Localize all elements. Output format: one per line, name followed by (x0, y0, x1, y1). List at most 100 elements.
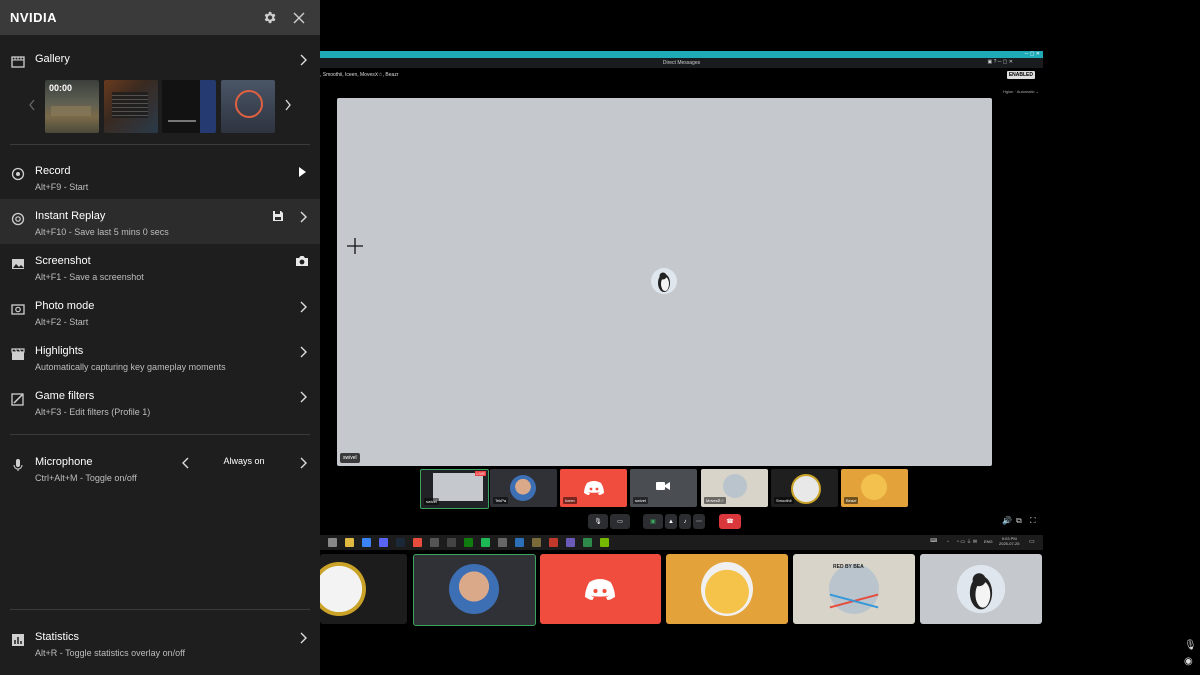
participant-tile[interactable]: Beazr (841, 469, 908, 507)
chrome-icon[interactable] (413, 538, 422, 547)
app-icon[interactable] (566, 538, 575, 547)
corner-mic-icon[interactable]: 🎙 (1184, 640, 1197, 651)
file-explorer-icon[interactable] (345, 538, 354, 547)
highlights-row[interactable]: Highlights Automatically capturing key g… (0, 345, 320, 375)
soundboard-button[interactable]: ♪ (679, 514, 691, 529)
mic-icon: 🎙 (594, 519, 602, 525)
participant-tile[interactable]: LIVE swivel (420, 469, 489, 509)
steam-icon[interactable] (396, 538, 405, 547)
bottom-participant-tile[interactable]: RED BY BEA (793, 554, 915, 624)
spotify-icon[interactable] (481, 538, 490, 547)
taskbar-clock[interactable]: 9:03 PM 2025-07-25 (999, 536, 1019, 546)
screen-share-button[interactable]: ▣ (643, 514, 663, 529)
taskview-icon[interactable] (328, 538, 337, 547)
window-controls[interactable]: ─ ▢ ✕ (1025, 51, 1040, 57)
more-options-button[interactable]: ⋯ (693, 514, 705, 529)
participant-name: swivel (424, 498, 439, 505)
play-icon[interactable] (297, 166, 307, 178)
discord-top-bar: Direct Messages ▣ ? ─ ▢ ✕ (320, 58, 1043, 68)
app-icon[interactable] (498, 538, 507, 547)
statistics-row[interactable]: Statistics Alt+R - Toggle statistics ove… (0, 631, 320, 661)
tray-icons[interactable]: ◔ ▭ ⏚ ✉ (956, 538, 977, 545)
camera-button[interactable]: ▭ (610, 514, 630, 529)
close-icon[interactable] (288, 7, 310, 29)
screenshot-shortcut: Alt+F1 - Save a screenshot (35, 272, 144, 282)
chevron-right-icon (300, 391, 307, 403)
volume-icon[interactable]: 🔊 (1002, 516, 1012, 525)
penguin-avatar (651, 268, 677, 294)
app-icon[interactable] (447, 538, 456, 547)
statistics-shortcut: Alt+R - Toggle statistics overlay on/off (35, 648, 185, 658)
xbox-icon[interactable] (464, 538, 473, 547)
stage-options[interactable]: Hgion · Automatic ⌄ (1003, 89, 1039, 94)
instant-replay-shortcut: Alt+F10 - Save last 5 mins 0 secs (35, 227, 169, 237)
instant-replay-row[interactable]: Instant Replay Alt+F10 - Save last 5 min… (0, 199, 320, 244)
bottom-participant-tile[interactable] (920, 554, 1042, 624)
mic-mode-prev-icon[interactable] (181, 457, 191, 469)
disconnect-button[interactable]: ☎ (719, 514, 741, 529)
app-icon[interactable] (532, 538, 541, 547)
microphone-row: Microphone Ctrl+Alt+M - Toggle on/off Al… (0, 456, 320, 486)
mic-mode-next-icon[interactable] (298, 457, 308, 469)
discord-logo-icon (585, 579, 615, 600)
more-icon: ⋯ (696, 519, 702, 525)
tray-chevron-up-icon[interactable]: ^ (947, 539, 949, 544)
live-badge: LIVE (475, 471, 486, 476)
gallery-film-icon (11, 56, 25, 68)
participant-tile[interactable]: TekPa (490, 469, 557, 507)
app-icon[interactable] (515, 538, 524, 547)
photo-mode-row[interactable]: Photo mode Alt+F2 - Start (0, 300, 320, 330)
save-icon[interactable] (272, 210, 284, 222)
gallery-thumbnail[interactable] (221, 80, 275, 133)
nvidia-app-icon[interactable] (600, 538, 609, 547)
tile-caption-text: RED BY BEA (833, 564, 864, 570)
settings-gear-icon[interactable] (258, 7, 280, 29)
participant-tile[interactable]: Smoothii (771, 469, 838, 507)
app-icon[interactable] (583, 538, 592, 547)
gallery-next-icon[interactable] (284, 99, 292, 111)
gallery-prev-icon[interactable] (28, 99, 36, 111)
gallery-thumbnail[interactable] (104, 80, 158, 133)
windows-taskbar: ⌨ ^ ◔ ▭ ⏚ ✉ ENG 9:03 PM 2025-07-25 ▭ (320, 535, 1043, 550)
participant-tile[interactable]: MovesⅩ☆ (701, 469, 768, 507)
clock-date: 2025-07-25 (999, 541, 1020, 546)
participant-name: Smoothii (774, 497, 794, 504)
game-filters-row[interactable]: Game filters Alt+F3 - Edit filters (Prof… (0, 390, 320, 420)
overlay-title: NVIDIA (10, 10, 58, 25)
tray-keyboard-icon[interactable]: ⌨ (930, 538, 937, 544)
bottom-participant-tile[interactable] (540, 554, 661, 624)
activity-button[interactable]: ▲ (665, 514, 677, 529)
divider (10, 434, 310, 435)
discord-logo-icon (584, 481, 604, 495)
window-title-bar: ─ ▢ ✕ (320, 51, 1043, 58)
app-icon[interactable] (430, 538, 439, 547)
bottom-participant-tile[interactable] (413, 554, 536, 626)
screen-share-stage[interactable]: swivel (337, 98, 992, 466)
record-row[interactable]: Record Alt+F9 - Start (0, 165, 320, 195)
notification-icon[interactable]: ▭ (1029, 538, 1035, 545)
app-icon[interactable] (549, 538, 558, 547)
bottom-participant-tile[interactable] (320, 554, 407, 624)
screenshot-row[interactable]: Screenshot Alt+F1 - Save a screenshot (0, 255, 320, 285)
camera-off-icon (656, 482, 670, 490)
call-header: , Smoothii, Iceen, MovesⅩ☆, Beazr ENABLE… (320, 68, 1043, 82)
participant-name: TekPa (493, 497, 509, 504)
participant-tile[interactable]: Iceen (560, 469, 627, 507)
gallery-row[interactable]: Gallery (0, 53, 320, 69)
record-icon (11, 167, 25, 181)
discord-taskbar-icon[interactable] (379, 538, 388, 547)
popout-icon[interactable]: ⧉ (1016, 516, 1022, 526)
chevron-right-icon (300, 211, 307, 223)
edge-icon[interactable] (362, 538, 371, 547)
fullscreen-icon[interactable]: ⛶ (1030, 516, 1036, 526)
language-indicator[interactable]: ENG (984, 539, 993, 544)
discord-toolbar-icons[interactable]: ▣ ? ─ ▢ ✕ (987, 59, 1013, 65)
chevron-right-icon (300, 54, 307, 66)
bottom-participant-tile[interactable] (666, 554, 788, 624)
gallery-thumbnail[interactable]: 00:00 (45, 80, 99, 133)
mute-mic-button[interactable]: 🎙 (588, 514, 608, 529)
participant-tile[interactable]: swivel (630, 469, 697, 507)
corner-record-icon[interactable]: ◉ (1184, 656, 1193, 667)
gallery-thumbnail[interactable] (162, 80, 216, 133)
camera-icon[interactable] (295, 255, 309, 267)
